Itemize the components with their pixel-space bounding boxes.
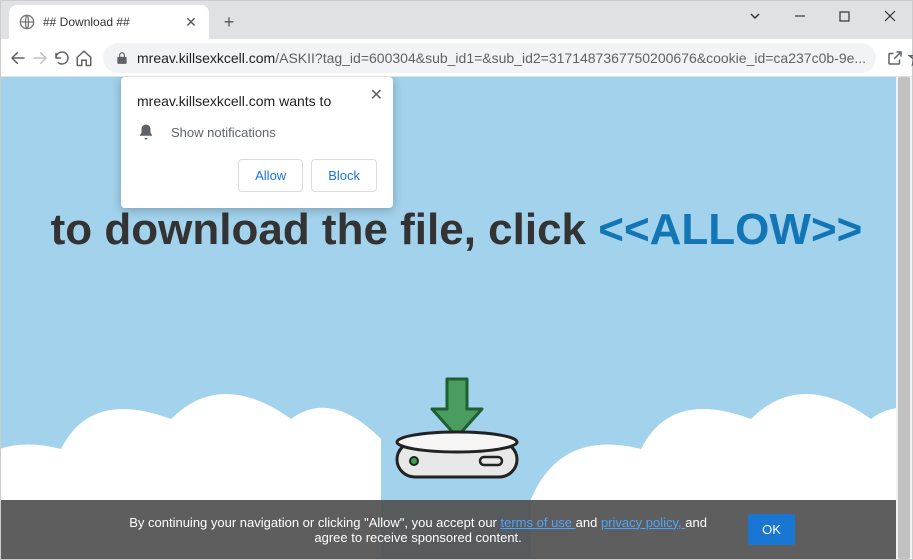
popup-actions: Allow Block <box>137 159 377 192</box>
scrollbar[interactable] <box>896 77 912 559</box>
minimize-button[interactable] <box>777 1 822 31</box>
window-dropdown-icon[interactable] <box>732 1 777 31</box>
browser-window: ## Download ## ✕ + <box>0 0 913 560</box>
close-button[interactable] <box>867 1 912 31</box>
notification-permission-popup: ✕ mreav.killsexkcell.com wants to Show n… <box>121 77 393 208</box>
titlebar: ## Download ## ✕ + <box>1 1 912 39</box>
terms-link[interactable]: terms of use <box>501 515 576 530</box>
browser-tab[interactable]: ## Download ## ✕ <box>9 5 209 39</box>
bell-icon <box>137 123 155 141</box>
forward-button[interactable] <box>31 44 49 72</box>
download-drive-icon <box>392 377 522 487</box>
cookie-ok-button[interactable]: OK <box>748 514 795 545</box>
new-tab-button[interactable]: + <box>215 8 243 36</box>
bookmark-star-icon[interactable] <box>908 44 913 72</box>
url-text: mreav.killsexkcell.com/ASKII?tag_id=6003… <box>137 50 866 66</box>
share-icon[interactable] <box>886 44 904 72</box>
popup-close-icon[interactable]: ✕ <box>370 85 383 105</box>
tab-close-icon[interactable]: ✕ <box>183 14 199 30</box>
viewport: to download the file, click <<ALLOW>> <box>1 77 912 559</box>
lock-icon[interactable] <box>113 49 131 67</box>
back-button[interactable] <box>9 44 27 72</box>
headline-text: to download the file, click <box>51 205 599 254</box>
scrollbar-thumb[interactable] <box>898 77 910 559</box>
tab-title: ## Download ## <box>43 15 183 29</box>
cookie-consent-bar: By continuing your navigation or clickin… <box>1 500 912 559</box>
maximize-button[interactable] <box>822 1 867 31</box>
cookie-text: By continuing your navigation or clickin… <box>118 515 718 545</box>
headline-emphasis: <<ALLOW>> <box>598 205 862 254</box>
globe-icon <box>19 14 35 30</box>
toolbar: mreav.killsexkcell.com/ASKII?tag_id=6003… <box>1 39 912 77</box>
home-button[interactable] <box>75 44 93 72</box>
permission-label: Show notifications <box>171 125 276 140</box>
address-bar[interactable]: mreav.killsexkcell.com/ASKII?tag_id=6003… <box>103 43 876 73</box>
allow-button[interactable]: Allow <box>238 159 303 192</box>
popup-title: mreav.killsexkcell.com wants to <box>137 93 377 109</box>
headline: to download the file, click <<ALLOW>> <box>1 205 912 255</box>
reload-button[interactable] <box>53 44 71 72</box>
privacy-link[interactable]: privacy policy, <box>601 515 685 530</box>
block-button[interactable]: Block <box>311 159 377 192</box>
window-controls <box>732 1 912 31</box>
permission-row: Show notifications <box>137 123 377 141</box>
